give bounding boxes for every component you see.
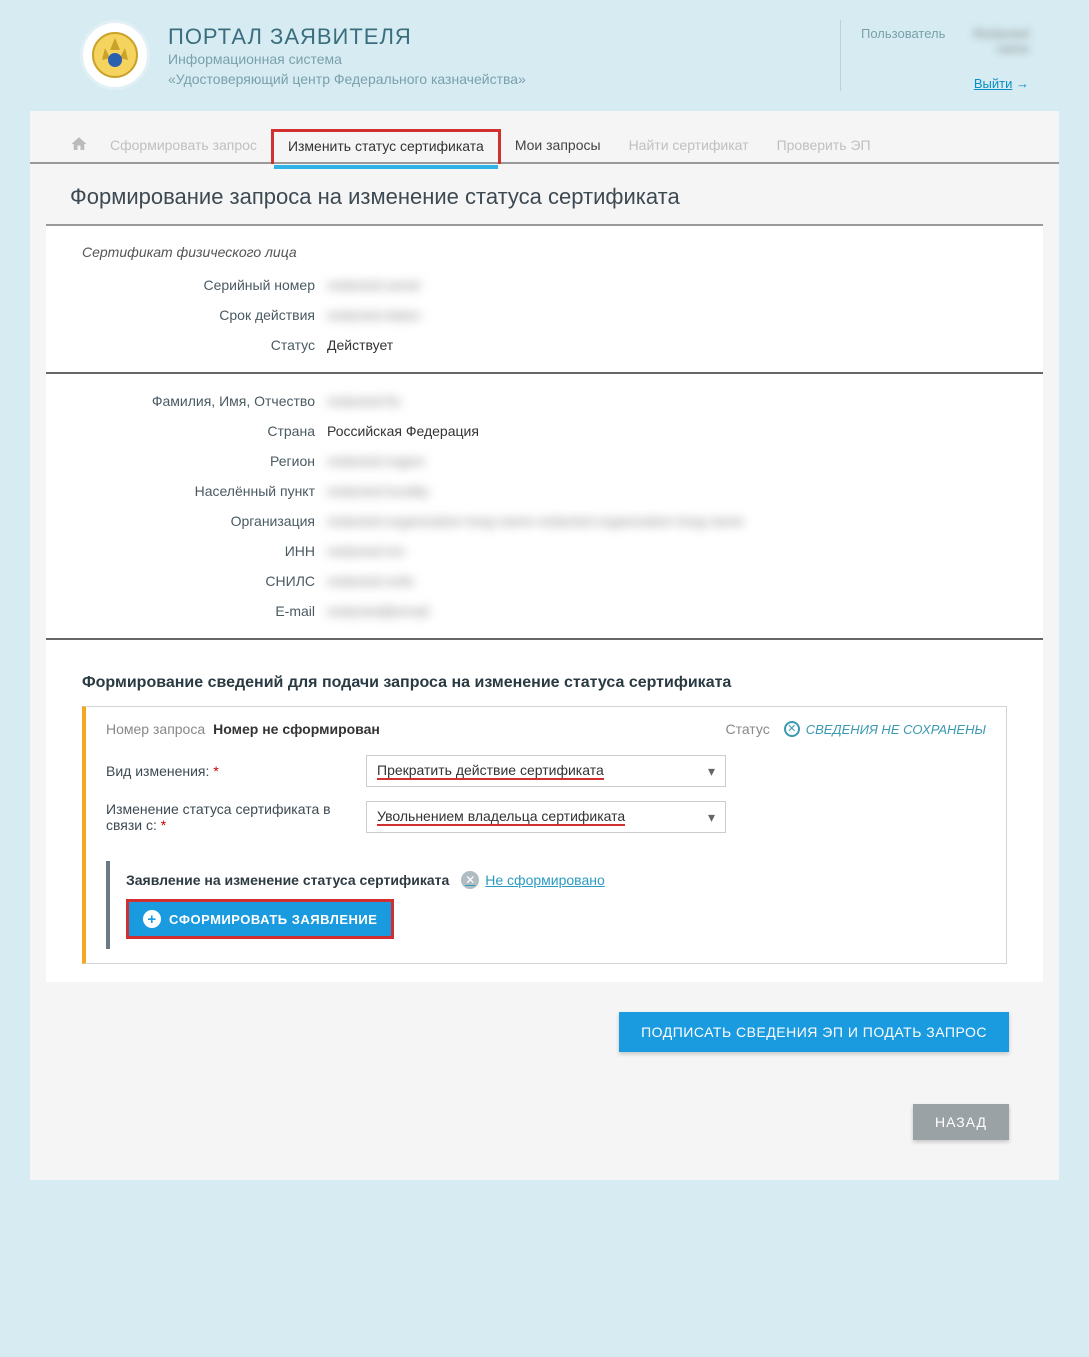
req-no-label: Номер запроса bbox=[106, 721, 205, 737]
chevron-down-icon: ▾ bbox=[708, 809, 715, 826]
form-section-title: Формирование сведений для подачи запроса… bbox=[82, 674, 1007, 692]
user-label: Пользователь bbox=[861, 26, 945, 41]
submit-button[interactable]: ПОДПИСАТЬ СВЕДЕНИЯ ЭП И ПОДАТЬ ЗАПРОС bbox=[619, 1012, 1009, 1052]
req-no-value: Номер не сформирован bbox=[213, 721, 380, 737]
header: ПОРТАЛ ЗАЯВИТЕЛЯ Информационная система … bbox=[0, 0, 1089, 111]
locality-label: Населённый пункт bbox=[82, 483, 327, 499]
country-label: Страна bbox=[82, 423, 327, 439]
change-type-value: Прекратить действие сертификата bbox=[377, 762, 604, 780]
status-label: Статус bbox=[82, 337, 327, 353]
region-value: redacted-region bbox=[327, 453, 1007, 469]
portal-title: ПОРТАЛ ЗАЯВИТЕЛЯ bbox=[168, 24, 840, 50]
status-value: Действует bbox=[327, 337, 1007, 353]
nav-tabs: Сформировать запрос Изменить статус серт… bbox=[30, 111, 1059, 164]
emblem-logo bbox=[80, 20, 150, 90]
validity-value: redacted-dates bbox=[327, 307, 1007, 323]
change-type-select[interactable]: Прекратить действие сертификата ▾ bbox=[366, 755, 726, 787]
x-icon: ✕ bbox=[784, 721, 800, 737]
tab-verify-sig[interactable]: Проверить ЭП bbox=[763, 131, 885, 163]
not-formed-link[interactable]: ✕ Не сформировано bbox=[461, 871, 604, 889]
x-icon: ✕ bbox=[461, 871, 479, 889]
tab-find-cert[interactable]: Найти сертификат bbox=[615, 131, 763, 163]
user-name: Redacted name bbox=[949, 26, 1029, 56]
email-label: E-mail bbox=[82, 603, 327, 619]
portal-sub1: Информационная система bbox=[168, 50, 840, 70]
serial-label: Серийный номер bbox=[82, 277, 327, 293]
snils-label: СНИЛС bbox=[82, 573, 327, 589]
serial-value: redacted-serial bbox=[327, 277, 1007, 293]
org-value: redacted-organization-long-name-redacted… bbox=[327, 513, 1007, 529]
change-type-label: Вид изменения: bbox=[106, 763, 209, 779]
application-title: Заявление на изменение статуса сертифика… bbox=[126, 872, 449, 888]
form-application-label: СФОРМИРОВАТЬ ЗАЯВЛЕНИЕ bbox=[169, 912, 377, 927]
plus-icon: + bbox=[143, 910, 161, 928]
inn-label: ИНН bbox=[82, 543, 327, 559]
form-box: Номер запроса Номер не сформирован Стату… bbox=[82, 706, 1007, 964]
cert-section-label: Сертификат физического лица bbox=[82, 244, 1007, 260]
tab-create-request[interactable]: Сформировать запрос bbox=[96, 131, 271, 163]
back-button[interactable]: НАЗАД bbox=[913, 1104, 1009, 1140]
chevron-down-icon: ▾ bbox=[708, 763, 715, 780]
region-label: Регион bbox=[82, 453, 327, 469]
portal-sub2: «Удостоверяющий центр Федерального казна… bbox=[168, 70, 840, 90]
email-value: redacted@email bbox=[327, 603, 1007, 619]
reason-label: Изменение статуса сертификата в связи с: bbox=[106, 801, 331, 833]
snils-value: redacted-snils bbox=[327, 573, 1007, 589]
country-value: Российская Федерация bbox=[327, 423, 1007, 439]
form-status-label: Статус bbox=[725, 721, 769, 737]
form-status-text: СВЕДЕНИЯ НЕ СОХРАНЕНЫ bbox=[806, 722, 986, 737]
page-title: Формирование запроса на изменение статус… bbox=[30, 178, 1059, 224]
tab-change-status[interactable]: Изменить статус сертификата bbox=[271, 129, 501, 164]
reason-select[interactable]: Увольнением владельца сертификата ▾ bbox=[366, 801, 726, 833]
application-subbox: Заявление на изменение статуса сертифика… bbox=[106, 861, 986, 949]
validity-label: Срок действия bbox=[82, 307, 327, 323]
reason-value: Увольнением владельца сертификата bbox=[377, 808, 625, 826]
form-application-button[interactable]: + СФОРМИРОВАТЬ ЗАЯВЛЕНИЕ bbox=[126, 899, 394, 939]
logout-link[interactable]: Выйти bbox=[974, 76, 1013, 91]
fio-label: Фамилия, Имя, Отчество bbox=[82, 393, 327, 409]
fio-value: redacted-fio bbox=[327, 393, 1007, 409]
form-status-value: ✕ СВЕДЕНИЯ НЕ СОХРАНЕНЫ bbox=[784, 721, 986, 737]
arrow-right-icon: → bbox=[1016, 76, 1029, 91]
not-formed-text: Не сформировано bbox=[485, 872, 604, 888]
tab-my-requests[interactable]: Мои запросы bbox=[501, 131, 615, 163]
org-label: Организация bbox=[82, 513, 327, 529]
locality-value: redacted-locality bbox=[327, 483, 1007, 499]
inn-value: redacted-inn bbox=[327, 543, 1007, 559]
home-icon[interactable] bbox=[70, 135, 88, 156]
